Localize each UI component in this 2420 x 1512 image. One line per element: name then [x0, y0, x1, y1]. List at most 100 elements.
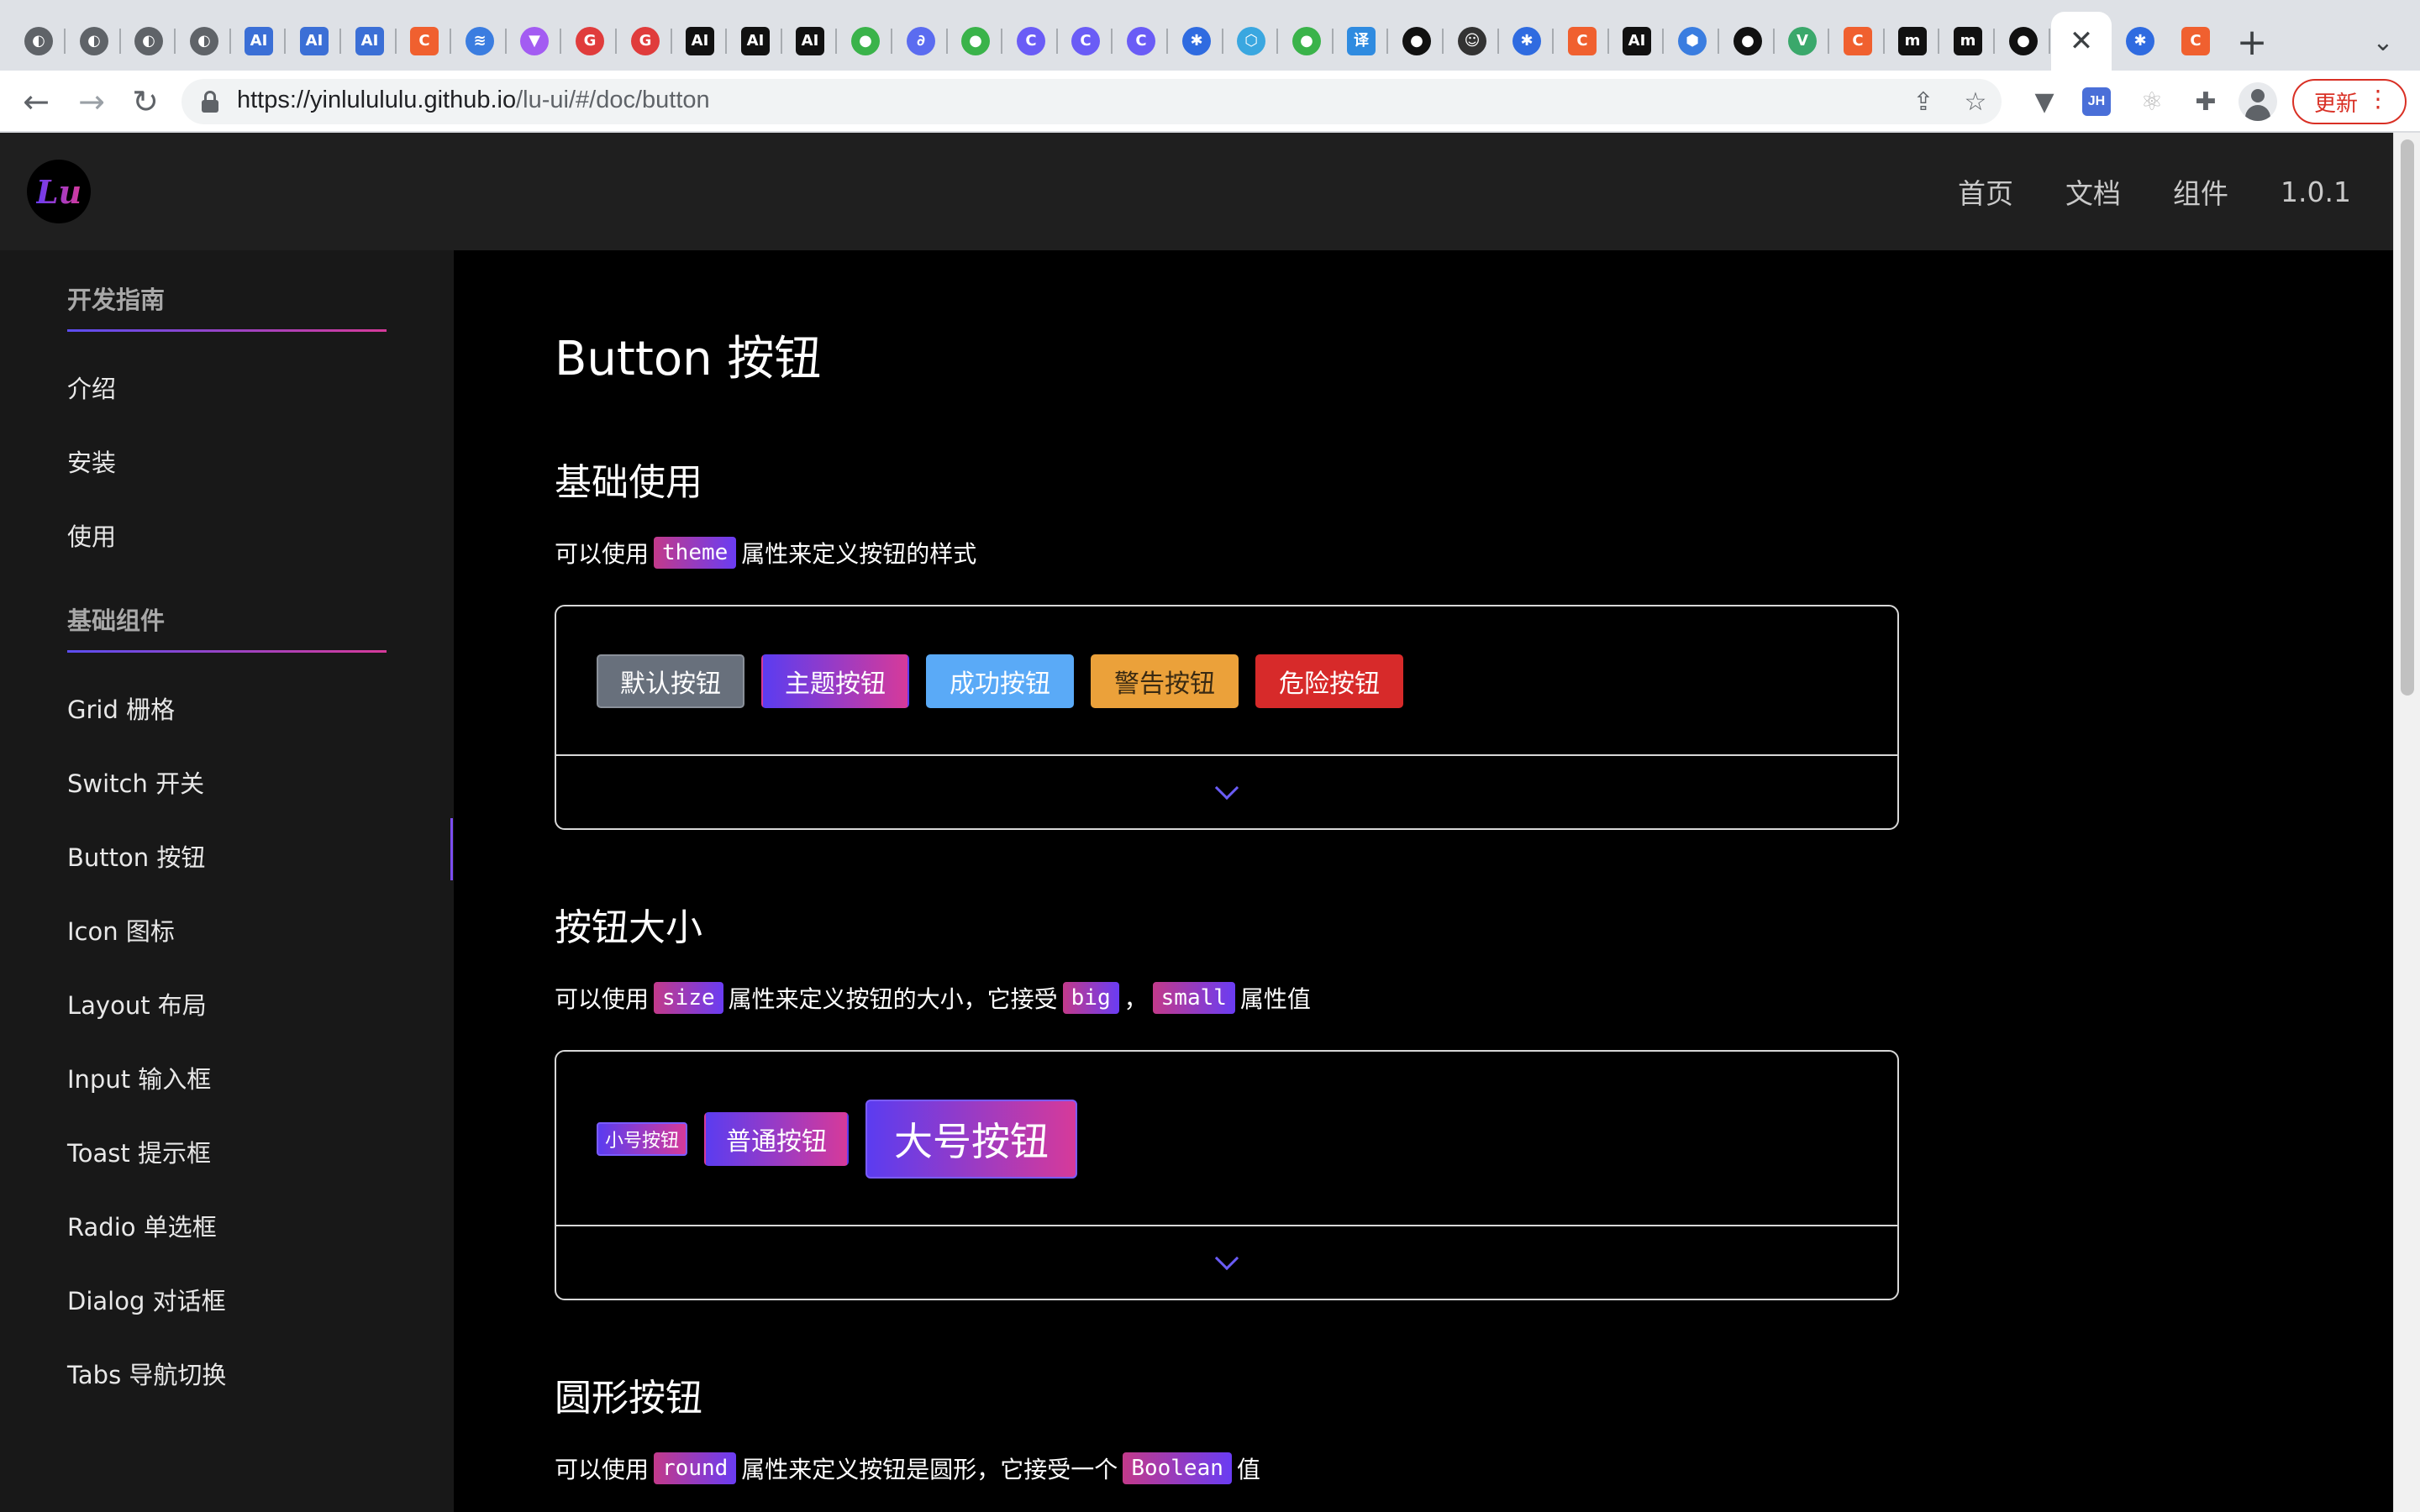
share-icon[interactable]: ⇪: [1906, 84, 1941, 119]
ai-black-icon: AI: [741, 27, 770, 55]
browser-tab[interactable]: ●: [1390, 12, 1444, 71]
sidebar-item-usage[interactable]: 使用: [67, 517, 116, 553]
tab-separator: [1718, 29, 1719, 54]
big-button[interactable]: 大号按钮: [865, 1100, 1078, 1179]
browser-tab[interactable]: AI: [343, 12, 397, 71]
browser-tab[interactable]: V: [1776, 12, 1829, 71]
jh-extension-icon[interactable]: JH: [2075, 81, 2118, 123]
default-button[interactable]: 默认按钮: [597, 654, 744, 708]
theme-button[interactable]: 主题按钮: [761, 654, 909, 708]
browser-tab[interactable]: ∂: [894, 12, 948, 71]
sidebar-item-icon[interactable]: Icon 图标: [67, 912, 175, 948]
browser-tab[interactable]: C: [1059, 12, 1113, 71]
nav-docs[interactable]: 文档: [2065, 133, 2121, 250]
profile-avatar-icon[interactable]: [2238, 82, 2277, 121]
cube-icon: ⬢: [1678, 27, 1707, 55]
browser-tab[interactable]: ✱: [2113, 12, 2167, 71]
warning-button[interactable]: 警告按钮: [1091, 654, 1239, 708]
browser-tab[interactable]: m: [1941, 12, 1995, 71]
nav-version[interactable]: 1.0.1: [2281, 133, 2351, 250]
browser-tab[interactable]: ●: [949, 12, 1002, 71]
danger-button[interactable]: 危险按钮: [1255, 654, 1403, 708]
sidebar-group-guide: 开发指南: [67, 286, 166, 314]
browser-tab[interactable]: C: [397, 12, 451, 71]
browser-tab[interactable]: C: [1831, 12, 1885, 71]
normal-button[interactable]: 普通按钮: [704, 1112, 850, 1166]
browser-tab[interactable]: ☺: [1445, 12, 1499, 71]
back-arrow-icon[interactable]: ←: [13, 79, 59, 124]
browser-tab[interactable]: ◐: [67, 12, 121, 71]
update-button[interactable]: 更新 ⋮: [2292, 79, 2407, 124]
link-icon: ∂: [907, 27, 935, 55]
browser-tab[interactable]: AI: [232, 12, 286, 71]
close-tab-icon[interactable]: ✕: [2070, 24, 2094, 58]
scrollbar-thumb[interactable]: [2401, 139, 2414, 696]
react-extension-icon[interactable]: ⚛: [2131, 81, 2173, 123]
forward-arrow-icon[interactable]: →: [69, 79, 114, 124]
demo-box-basic: 默认按钮 主题按钮 成功按钮 警告按钮 危险按钮: [555, 605, 1899, 830]
lock-icon[interactable]: [202, 91, 218, 113]
browser-tab[interactable]: ✱: [1170, 12, 1223, 71]
browser-tab[interactable]: ●: [1721, 12, 1775, 71]
sidebar-item-switch[interactable]: Switch 开关: [67, 764, 204, 800]
ai-icon: AI: [355, 27, 384, 55]
sidebar-item-intro[interactable]: 介绍: [67, 370, 116, 405]
sidebar-item-toast[interactable]: Toast 提示框: [67, 1134, 211, 1169]
browser-tab[interactable]: AI: [783, 12, 837, 71]
browser-tab[interactable]: AI: [673, 12, 727, 71]
page-scrollbar[interactable]: [2393, 133, 2420, 1512]
extensions-puzzle-icon[interactable]: ✚: [2185, 81, 2227, 123]
browser-tab[interactable]: AI: [729, 12, 782, 71]
browser-tab[interactable]: 译: [1334, 12, 1388, 71]
nav-version-label: 1.0.1: [2281, 175, 2351, 208]
new-tab-button[interactable]: +: [2228, 18, 2275, 66]
browser-tab[interactable]: m: [1886, 12, 1939, 71]
browser-tab[interactable]: ●: [839, 12, 892, 71]
site-logo[interactable]: Lu: [27, 160, 91, 223]
desc-text: 可以使用: [555, 540, 650, 568]
sidebar-item-install[interactable]: 安装: [67, 444, 116, 479]
browser-tab[interactable]: AI: [287, 12, 341, 71]
bookmark-star-icon[interactable]: ☆: [1958, 84, 1993, 119]
browser-tab[interactable]: G: [563, 12, 617, 71]
success-button[interactable]: 成功按钮: [926, 654, 1074, 708]
browser-tab[interactable]: ✱: [1500, 12, 1554, 71]
tab-search-chevron-down-icon[interactable]: ⌄: [2360, 18, 2407, 66]
browser-tab[interactable]: C: [1114, 12, 1168, 71]
browser-tab[interactable]: C: [1555, 12, 1609, 71]
browser-tab[interactable]: ●: [1996, 12, 2050, 71]
sidebar-item-input[interactable]: Input 输入框: [67, 1060, 211, 1095]
browser-tab[interactable]: ●: [1280, 12, 1334, 71]
browser-tab[interactable]: ≋: [453, 12, 507, 71]
vue-devtools-extension-icon[interactable]: ▼: [2023, 81, 2065, 123]
browser-tab[interactable]: ⬢: [1665, 12, 1719, 71]
github-icon: ●: [1402, 27, 1431, 55]
nav-home[interactable]: 首页: [1958, 133, 2013, 250]
browser-tab[interactable]: C: [2169, 12, 2223, 71]
browser-tab[interactable]: ◐: [12, 12, 66, 71]
browser-tab[interactable]: C: [1004, 12, 1058, 71]
sidebar-item-layout[interactable]: Layout 布局: [67, 986, 207, 1021]
sidebar-item-dialog[interactable]: Dialog 对话框: [67, 1282, 226, 1317]
browser-tab[interactable]: ◐: [122, 12, 176, 71]
browser-tab[interactable]: AI: [1610, 12, 1664, 71]
sidebar-item-grid[interactable]: Grid 栅格: [67, 690, 175, 726]
url-text[interactable]: https://yinlulululu.github.io/lu-ui/#/do…: [237, 87, 710, 114]
reload-icon[interactable]: ↻: [123, 79, 168, 124]
active-browser-tab[interactable]: ✕: [2051, 12, 2112, 71]
sidebar-active-indicator: [450, 818, 453, 880]
sidebar-item-tabs[interactable]: Tabs 导航切换: [67, 1356, 226, 1391]
browser-tab[interactable]: ◐: [177, 12, 231, 71]
show-code-toggle[interactable]: [556, 1225, 1897, 1299]
browser-toolbar: ← → ↻ https://yinlulululu.github.io/lu-u…: [0, 71, 2420, 133]
sidebar-item-button[interactable]: Button 按钮: [67, 838, 205, 874]
browser-tab[interactable]: ⬡: [1224, 12, 1278, 71]
browser-tab[interactable]: ▼: [508, 12, 561, 71]
nav-components[interactable]: 组件: [2173, 133, 2228, 250]
tab-separator: [1276, 29, 1278, 54]
address-bar[interactable]: https://yinlulululu.github.io/lu-ui/#/do…: [182, 79, 2002, 124]
small-button[interactable]: 小号按钮: [597, 1122, 688, 1156]
browser-tab[interactable]: G: [618, 12, 672, 71]
show-code-toggle[interactable]: [556, 754, 1897, 828]
sidebar-item-radio[interactable]: Radio 单选框: [67, 1208, 217, 1243]
